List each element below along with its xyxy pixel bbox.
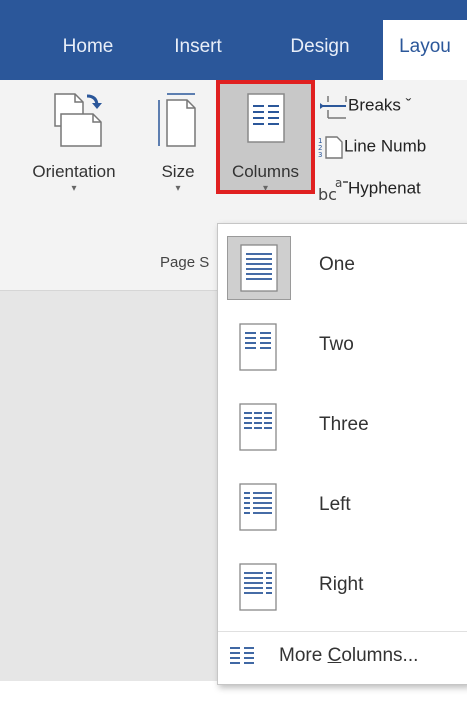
orientation-label: Orientation <box>32 162 116 181</box>
option-right-label: Right <box>319 574 364 595</box>
option-right-thumb <box>227 556 291 620</box>
columns-caret-icon: ▾ <box>262 183 269 194</box>
option-two-label: Two <box>319 334 354 355</box>
more-columns-accelerator: C <box>327 645 342 666</box>
size-button[interactable]: Size ▾ <box>148 84 208 196</box>
orientation-button[interactable]: Orientation ▾ <box>4 84 144 196</box>
columns-option-three[interactable]: Three <box>218 388 467 468</box>
tab-design[interactable]: Design <box>265 20 375 80</box>
hyphenation-button[interactable]: bc a Hyphenat <box>318 174 421 204</box>
one-column-icon <box>240 244 278 292</box>
more-columns-prefix: More <box>279 645 328 666</box>
line-numbers-icon: 1 2 3 <box>318 136 343 159</box>
breaks-label: Breaks ˇ <box>348 95 412 115</box>
option-left-thumb <box>227 476 291 540</box>
size-label: Size <box>161 162 195 181</box>
tab-home[interactable]: Home <box>40 20 136 80</box>
page-setup-group-label: Page S <box>160 254 210 271</box>
columns-option-left[interactable]: Left <box>218 468 467 548</box>
two-columns-icon <box>239 323 277 371</box>
more-columns-icon <box>230 647 254 664</box>
more-columns-label: More Columns... <box>279 645 418 667</box>
option-three-thumb <box>227 396 291 460</box>
svg-text:3: 3 <box>318 151 322 159</box>
svg-text:a: a <box>335 176 342 190</box>
size-icon <box>158 93 196 147</box>
breaks-icon <box>320 96 347 119</box>
right-column-icon <box>239 563 277 611</box>
option-three-label: Three <box>319 414 369 435</box>
orientation-icon <box>54 93 102 147</box>
option-two-thumb <box>227 316 291 380</box>
columns-icon <box>246 93 285 143</box>
line-numbers-button[interactable]: 1 2 3 Line Numb <box>318 134 426 160</box>
columns-option-one[interactable]: One <box>218 228 467 308</box>
option-one-label: One <box>319 254 355 275</box>
hyphenation-label: Hyphenat <box>348 178 421 198</box>
line-numbers-label: Line Numb <box>344 136 427 156</box>
orientation-caret-icon: ▾ <box>71 183 77 194</box>
option-left-label: Left <box>319 494 351 515</box>
breaks-button[interactable]: Breaks ˇ <box>318 92 411 120</box>
columns-option-two[interactable]: Two <box>218 308 467 388</box>
size-caret-icon: ▾ <box>175 183 181 194</box>
three-columns-icon <box>239 403 277 451</box>
option-one-thumb <box>227 236 291 300</box>
left-column-icon <box>239 483 277 531</box>
tab-insert[interactable]: Insert <box>150 20 246 80</box>
hyphenation-icon: bc a <box>318 176 348 204</box>
columns-option-right[interactable]: Right <box>218 548 467 628</box>
tab-layout[interactable]: Layou <box>383 20 467 80</box>
columns-label: Columns <box>231 162 300 181</box>
more-columns-suffix: olumns... <box>341 645 419 666</box>
more-columns-button[interactable]: More Columns... <box>218 631 467 682</box>
columns-dropdown-menu: One Two Three Left Right More Columns... <box>217 223 467 685</box>
columns-button[interactable]: Columns ▾ <box>216 86 315 196</box>
ribbon-tab-bar: Home Insert Design Layou <box>0 0 467 80</box>
